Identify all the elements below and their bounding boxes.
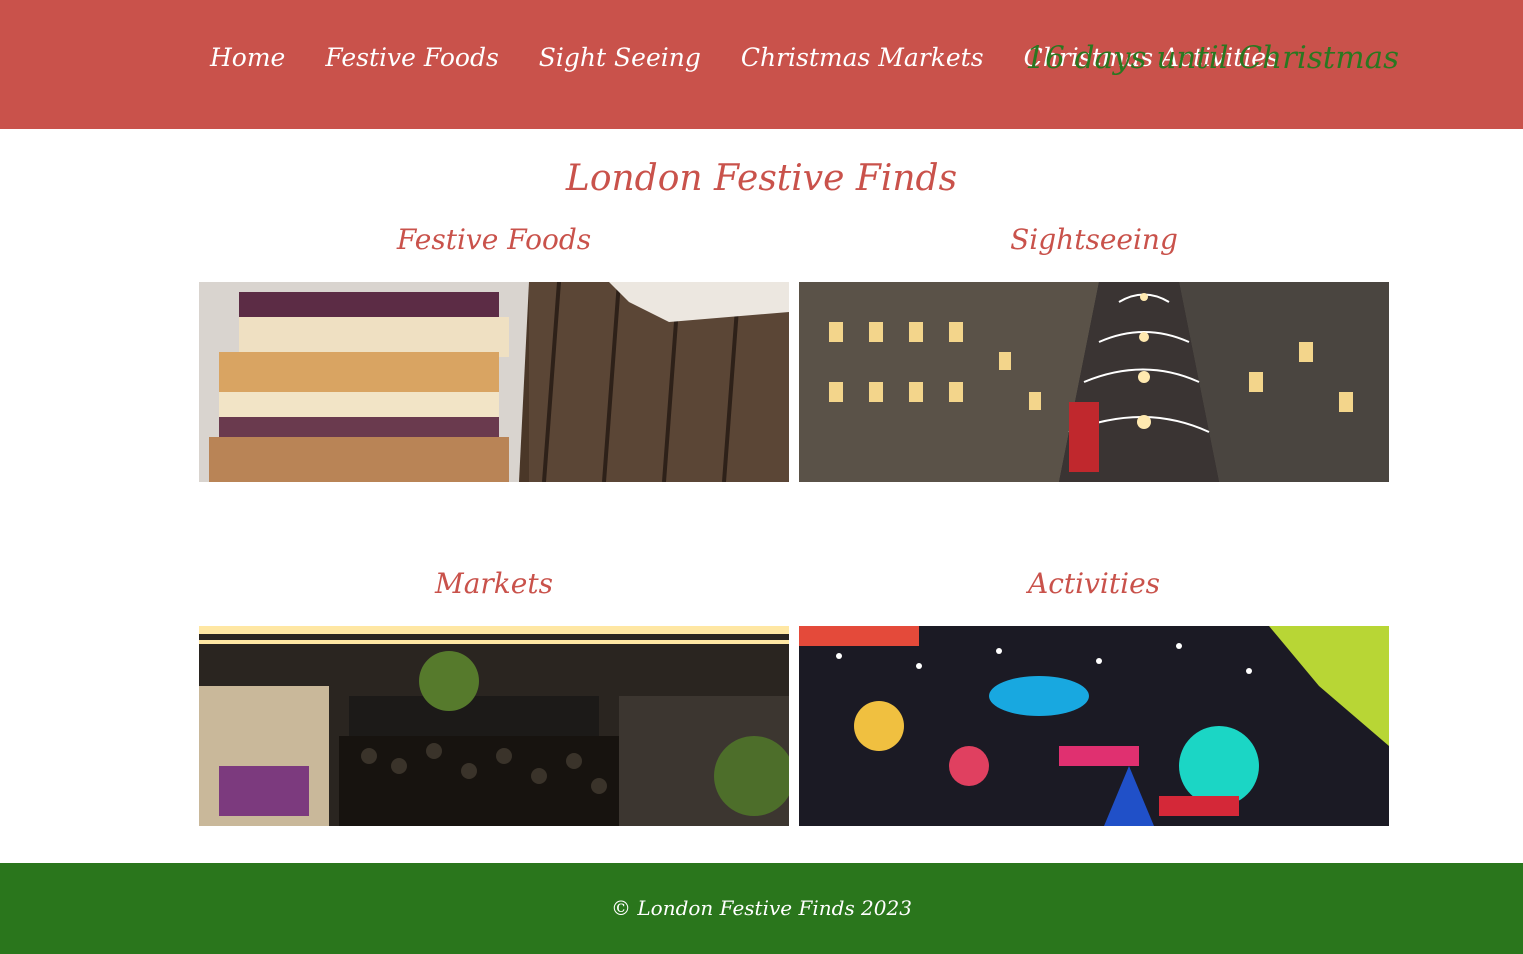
nav-link-christmas-markets[interactable]: Christmas Markets [721, 38, 1004, 77]
card-title-activities: Activities [1027, 567, 1161, 600]
card-sightseeing: Sightseeing [799, 222, 1389, 482]
card-title-sightseeing: Sightseeing [1010, 223, 1178, 256]
card-activities: Activities [799, 566, 1389, 826]
nav-link-home[interactable]: Home [190, 38, 305, 77]
nav-link-festive-foods[interactable]: Festive Foods [305, 38, 518, 77]
activities-image[interactable] [799, 626, 1389, 826]
markets-image[interactable] [199, 626, 789, 826]
nav-link-sight-seeing[interactable]: Sight Seeing [519, 38, 721, 77]
page-title: London Festive Finds [565, 158, 958, 199]
festive-foods-image[interactable] [199, 282, 789, 482]
christmas-countdown: 16 days until Christmas [1025, 40, 1399, 76]
sightseeing-image[interactable] [799, 282, 1389, 482]
card-festive-foods: Festive Foods [199, 222, 789, 482]
footer: © London Festive Finds 2023 [0, 863, 1523, 954]
card-title-markets: Markets [435, 567, 553, 600]
card-markets: Markets [199, 566, 789, 826]
top-navigation: Home Festive Foods Sight Seeing Christma… [0, 0, 1523, 129]
card-title-festive-foods: Festive Foods [396, 223, 592, 256]
